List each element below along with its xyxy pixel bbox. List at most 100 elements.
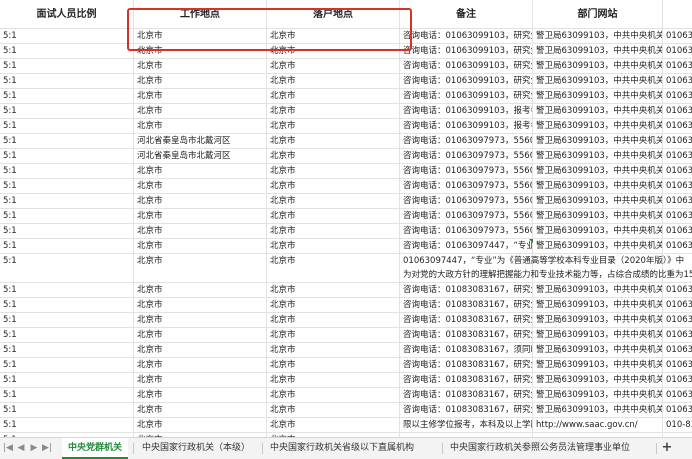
cell-extra[interactable]: 01063 — [663, 44, 692, 59]
cell-interview-ratio[interactable]: 5:1 — [0, 313, 134, 328]
cell-work-location[interactable]: 北京市 — [134, 59, 267, 74]
cell-settle-location[interactable]: 北京市 — [267, 194, 400, 209]
cell-extra[interactable]: 01063 — [663, 194, 692, 209]
cell-work-location[interactable]: 河北省秦皇岛市北戴河区 — [134, 134, 267, 149]
cell-settle-location[interactable]: 北京市 — [267, 373, 400, 388]
cell-interview-ratio[interactable]: 5:1 — [0, 358, 134, 373]
cell-dept-website[interactable]: 警卫局63099103，中共中央机关事务 — [533, 328, 663, 343]
cell-extra[interactable]: 01063 — [663, 373, 692, 388]
cell-extra[interactable]: 01063 — [663, 224, 692, 239]
cell-work-location[interactable]: 北京市 — [134, 373, 267, 388]
cell-settle-location[interactable]: 北京市 — [267, 44, 400, 59]
cell-extra[interactable]: 01063 — [663, 149, 692, 164]
cell-work-location[interactable]: 北京市 — [134, 89, 267, 104]
cell-notes[interactable]: 限以主修学位报考，本科及以上学历 — [400, 418, 533, 433]
cell-notes[interactable]: 咨询电话：01063097973，55602256 — [400, 209, 533, 224]
cell-notes[interactable]: 咨询电话：01083083167，研究生学历 — [400, 283, 533, 298]
cell-interview-ratio[interactable]: 5:1 — [0, 209, 134, 224]
cell-settle-location[interactable]: 北京市 — [267, 29, 400, 44]
cell-interview-ratio[interactable]: 5:1 — [0, 149, 134, 164]
cell-dept-website[interactable]: 警卫局63099103，中共中央机关事务 — [533, 149, 663, 164]
cell-interview-ratio[interactable]: 5:1 — [0, 373, 134, 388]
cell-notes[interactable]: 咨询电话：01083083167，研究生学历 — [400, 328, 533, 343]
cell-work-location[interactable]: 北京市 — [134, 119, 267, 134]
cell-dept-website[interactable]: 警卫局63099103，中共中央机关事务 — [533, 209, 663, 224]
cell-settle-location[interactable]: 北京市 — [267, 418, 400, 433]
cell-dept-website[interactable]: 警卫局63099103，中共中央机关事务 — [533, 164, 663, 179]
cell-dept-website[interactable]: 警卫局63099103，中共中央机关事务 — [533, 358, 663, 373]
cell-extra[interactable]: 01063 — [663, 239, 692, 254]
cell-extra[interactable]: 01063 — [663, 343, 692, 358]
cell-settle-location[interactable]: 北京市 — [267, 254, 400, 283]
cell-work-location[interactable]: 北京市 — [134, 403, 267, 418]
cell-interview-ratio[interactable]: 5:1 — [0, 104, 134, 119]
cell-extra[interactable]: 01063 — [663, 313, 692, 328]
cell-settle-location[interactable]: 北京市 — [267, 149, 400, 164]
cell-extra[interactable]: 01063 — [663, 209, 692, 224]
header-cell-ratio[interactable]: 面试人员比例 — [0, 0, 134, 29]
cell-notes[interactable]: 咨询电话：01063099103，研究生学历 — [400, 74, 533, 89]
cell-dept-website[interactable]: 警卫局63099103，中共中央机关事务 — [533, 343, 663, 358]
cell-notes[interactable]: 咨询电话：01063099103，报考者须具 — [400, 119, 533, 134]
cell-dept-website[interactable]: 警卫局63099103，中共中央机关事务 — [533, 104, 663, 119]
cell-work-location[interactable]: 北京市 — [134, 104, 267, 119]
cell-work-location[interactable]: 北京市 — [134, 44, 267, 59]
cell-work-location[interactable]: 北京市 — [134, 164, 267, 179]
cell-dept-website[interactable]: 警卫局63099103，中共中央机关事务 — [533, 388, 663, 403]
next-sheet-icon[interactable]: ▶ — [28, 441, 40, 455]
cell-settle-location[interactable]: 北京市 — [267, 224, 400, 239]
cell-interview-ratio[interactable]: 5:1 — [0, 343, 134, 358]
cell-dept-website[interactable]: 警卫局63099103，中共中央机关事务 — [533, 119, 663, 134]
cell-extra[interactable]: 01063 — [663, 119, 692, 134]
cell-work-location[interactable]: 北京市 — [134, 74, 267, 89]
cell-extra[interactable]: 01063 — [663, 74, 692, 89]
cell-settle-location[interactable]: 北京市 — [267, 403, 400, 418]
cell-interview-ratio[interactable]: 5:1 — [0, 29, 134, 44]
cell-settle-location[interactable]: 北京市 — [267, 104, 400, 119]
cell-work-location[interactable]: 北京市 — [134, 254, 267, 283]
cell-extra[interactable]: 01063 — [663, 179, 692, 194]
cell-interview-ratio[interactable]: 5:1 — [0, 328, 134, 343]
cell-work-location[interactable]: 北京市 — [134, 418, 267, 433]
header-cell-settle-location[interactable]: 落户地点 — [267, 0, 400, 29]
cell-settle-location[interactable]: 北京市 — [267, 209, 400, 224]
cell-notes[interactable]: 咨询电话：01083083167，研究生学历 — [400, 403, 533, 418]
cell-notes[interactable]: 咨询电话：01063097973，55602256 — [400, 179, 533, 194]
header-cell-work-location[interactable]: 工作地点 — [134, 0, 267, 29]
cell-notes[interactable]: 01063097447，“专业”为《普通高等学校本科专业目录（2020年版）》中… — [400, 254, 692, 283]
cell-settle-location[interactable]: 北京市 — [267, 313, 400, 328]
cell-work-location[interactable]: 北京市 — [134, 298, 267, 313]
header-cell-extra[interactable] — [663, 0, 692, 29]
cell-interview-ratio[interactable]: 5:1 — [0, 179, 134, 194]
tab-central-party-organs[interactable]: 中央党群机关 — [62, 438, 129, 459]
cell-extra[interactable]: 01063 — [663, 29, 692, 44]
spreadsheet-grid[interactable]: 面试人员比例 工作地点 落户地点 备注 部门网站 5:1 北京市 北京市 咨询电话：0… — [0, 0, 692, 437]
cell-work-location[interactable]: 北京市 — [134, 209, 267, 224]
cell-notes[interactable]: 咨询电话：01063097973，55602256 — [400, 134, 533, 149]
cell-interview-ratio[interactable]: 5:1 — [0, 224, 134, 239]
cell-settle-location[interactable]: 北京市 — [267, 59, 400, 74]
cell-settle-location[interactable]: 北京市 — [267, 358, 400, 373]
cell-dept-website[interactable]: 警卫局63099103，中共中央机关事务 — [533, 89, 663, 104]
cell-dept-website[interactable]: 警卫局63099103，中共中央机关事务 — [533, 134, 663, 149]
cell-extra[interactable]: 01063 — [663, 134, 692, 149]
cell-settle-location[interactable]: 北京市 — [267, 298, 400, 313]
cell-work-location[interactable]: 北京市 — [134, 358, 267, 373]
cell-settle-location[interactable]: 北京市 — [267, 343, 400, 358]
cell-dept-website[interactable]: 警卫局63099103，中共中央机关事务 — [533, 194, 663, 209]
cell-interview-ratio[interactable]: 5:1 — [0, 89, 134, 104]
cell-interview-ratio[interactable]: 5:1 — [0, 74, 134, 89]
cell-notes[interactable]: 咨询电话：01063099103，报考者须具 — [400, 104, 533, 119]
tab-central-admin-organs[interactable]: 中央国家行政机关（本级） — [136, 438, 256, 459]
last-sheet-icon[interactable]: ▶| — [41, 441, 53, 455]
cell-notes[interactable]: 咨询电话：01063097973，55602256 — [400, 224, 533, 239]
cell-extra[interactable]: 01063 — [663, 328, 692, 343]
first-sheet-icon[interactable]: |◀ — [2, 441, 14, 455]
cell-work-location[interactable]: 北京市 — [134, 388, 267, 403]
cell-extra[interactable]: 01063 — [663, 403, 692, 418]
cell-work-location[interactable]: 北京市 — [134, 313, 267, 328]
cell-extra[interactable]: 01063 — [663, 164, 692, 179]
cell-dept-website[interactable]: 警卫局63099103，中共中央机关事务 — [533, 74, 663, 89]
cell-dept-website[interactable]: 警卫局63099103，中共中央机关事务 — [533, 59, 663, 74]
cell-work-location[interactable]: 北京市 — [134, 224, 267, 239]
